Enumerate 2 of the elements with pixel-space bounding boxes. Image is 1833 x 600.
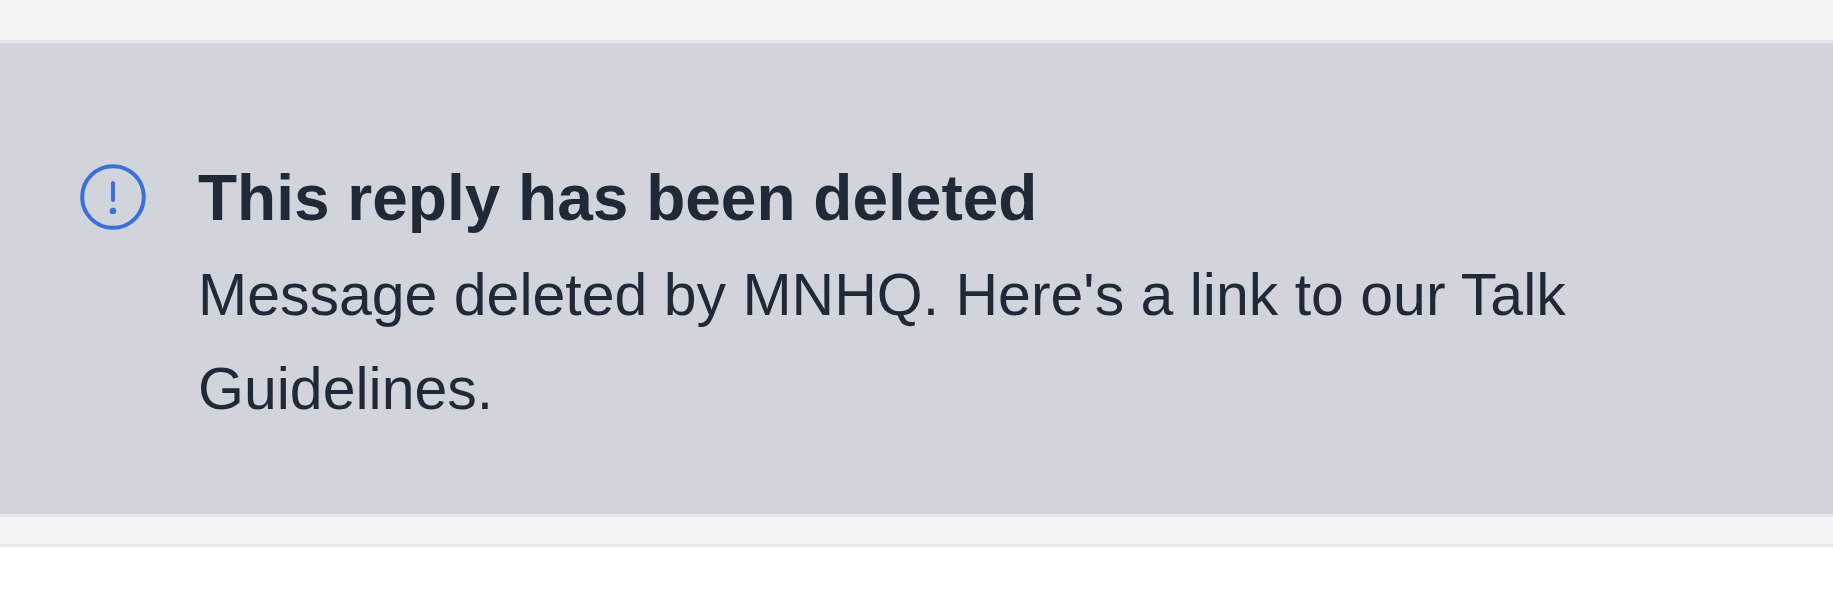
notice-title: This reply has been deleted	[198, 161, 1039, 236]
notice-message: Message deleted by MNHQ. Here's a link to our Talk Guidelines.	[198, 261, 1567, 424]
